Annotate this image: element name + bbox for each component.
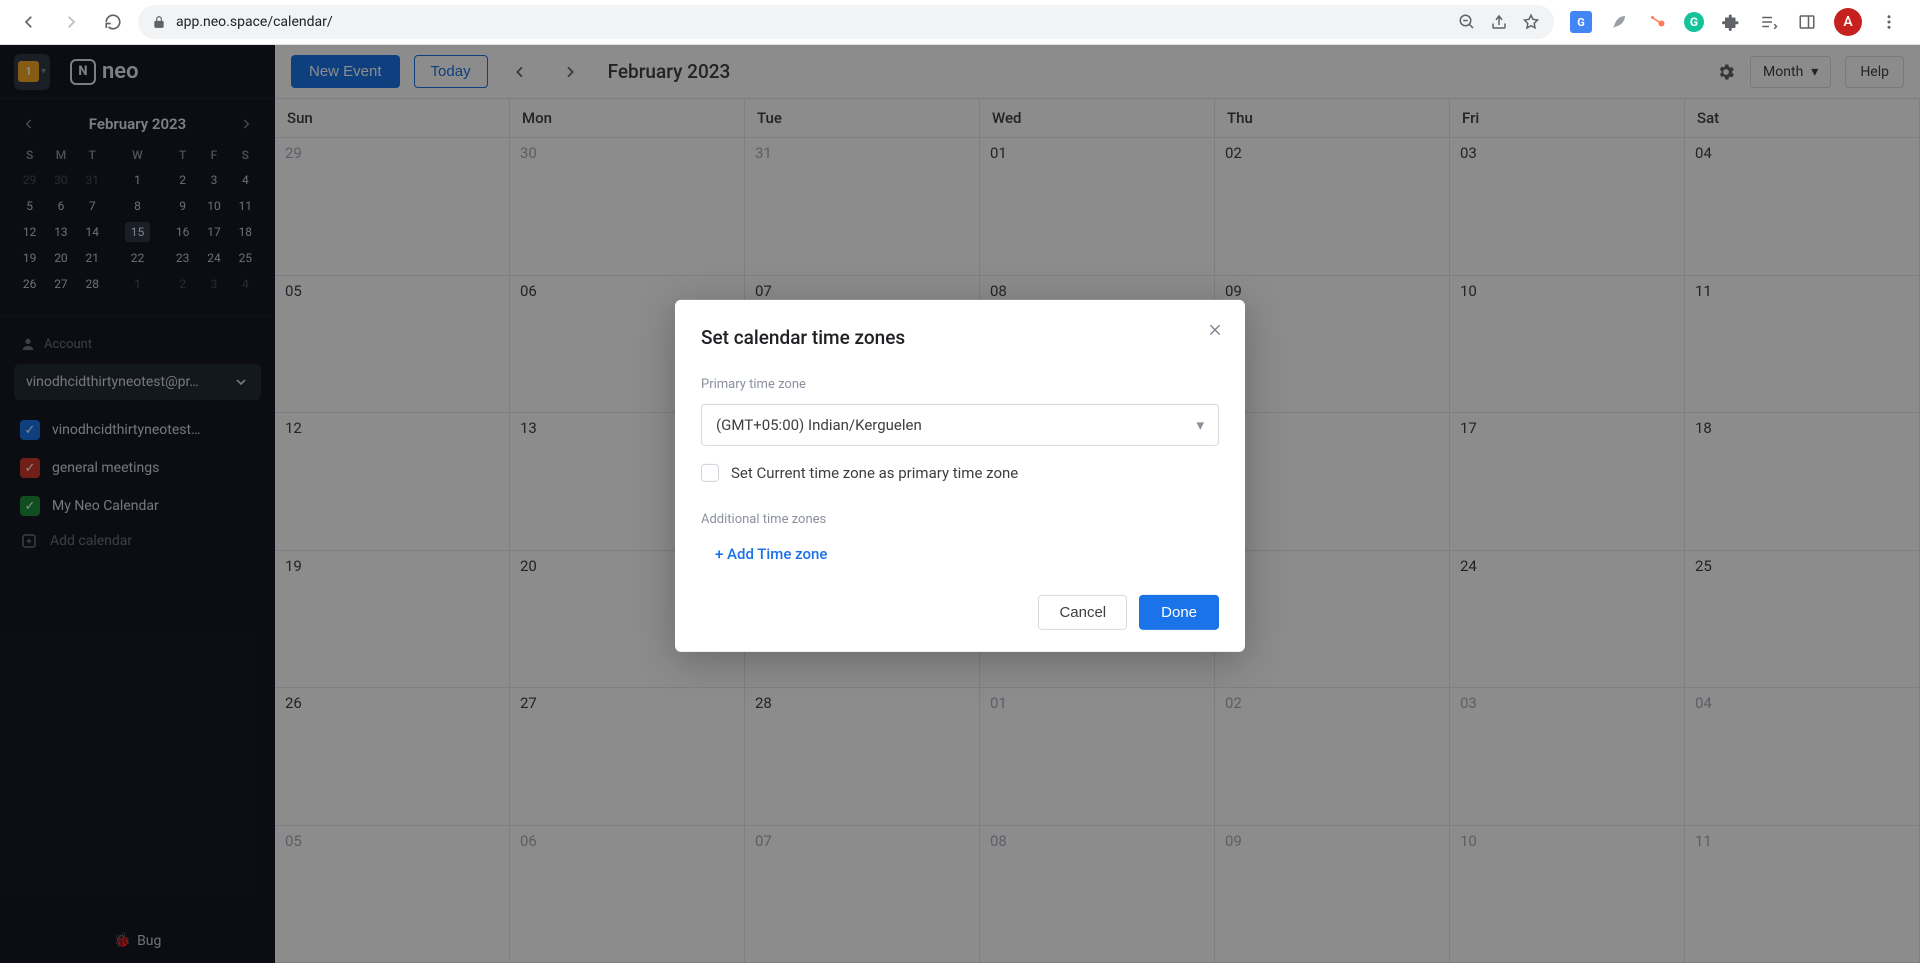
modal-title: Set calendar time zones bbox=[701, 326, 1219, 349]
extension-icons: G G A bbox=[1562, 8, 1908, 36]
forward-button[interactable] bbox=[54, 5, 88, 39]
cancel-button[interactable]: Cancel bbox=[1038, 595, 1127, 630]
set-current-timezone-row[interactable]: Set Current time zone as primary time zo… bbox=[701, 464, 1219, 482]
panel-icon[interactable] bbox=[1796, 11, 1818, 33]
feather-icon[interactable] bbox=[1608, 11, 1630, 33]
checkbox-icon[interactable] bbox=[701, 464, 719, 482]
playlist-icon[interactable] bbox=[1758, 11, 1780, 33]
lock-icon bbox=[152, 15, 166, 29]
hubspot-icon[interactable] bbox=[1646, 11, 1668, 33]
back-button[interactable] bbox=[12, 5, 46, 39]
primary-timezone-select[interactable]: (GMT+05:00) Indian/Kerguelen ▾ bbox=[701, 404, 1219, 446]
url-text: app.neo.space/calendar/ bbox=[176, 14, 333, 30]
translate-icon[interactable]: G bbox=[1570, 11, 1592, 33]
additional-timezones-label: Additional time zones bbox=[701, 512, 1219, 527]
set-current-label: Set Current time zone as primary time zo… bbox=[731, 464, 1018, 482]
dropdown-icon: ▾ bbox=[1196, 416, 1204, 434]
star-icon[interactable] bbox=[1522, 13, 1540, 31]
primary-timezone-label: Primary time zone bbox=[701, 377, 1219, 392]
avatar-letter: A bbox=[1843, 14, 1852, 30]
zoom-out-icon[interactable] bbox=[1458, 13, 1476, 31]
share-icon[interactable] bbox=[1490, 13, 1508, 31]
extensions-icon[interactable] bbox=[1720, 11, 1742, 33]
done-button[interactable]: Done bbox=[1139, 595, 1219, 630]
browser-toolbar: app.neo.space/calendar/ G G A bbox=[0, 0, 1920, 45]
address-bar[interactable]: app.neo.space/calendar/ bbox=[138, 5, 1554, 39]
app-root: 1 ▾ N neo February 2023 SMTWTFS293031123… bbox=[0, 45, 1920, 963]
add-timezone-button[interactable]: + Add Time zone bbox=[701, 545, 1219, 563]
timezone-modal: Set calendar time zones Primary time zon… bbox=[675, 300, 1245, 652]
menu-icon[interactable] bbox=[1878, 11, 1900, 33]
modal-close-button[interactable] bbox=[1207, 322, 1223, 338]
primary-timezone-value: (GMT+05:00) Indian/Kerguelen bbox=[716, 416, 922, 434]
profile-avatar[interactable]: A bbox=[1834, 8, 1862, 36]
reload-button[interactable] bbox=[96, 5, 130, 39]
grammarly-icon[interactable]: G bbox=[1684, 12, 1704, 32]
